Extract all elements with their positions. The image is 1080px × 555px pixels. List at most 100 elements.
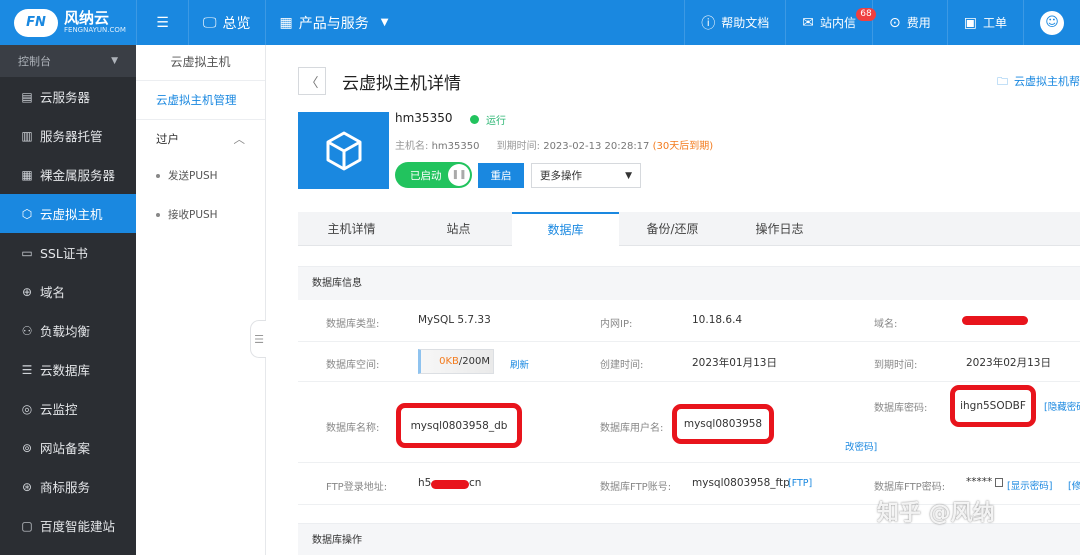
ftp-link[interactable]: [FTP] (788, 478, 812, 489)
subnav-item-receive-push[interactable]: 接收PUSH (136, 196, 265, 235)
db-password-value: ihgn5SODBF (950, 385, 1036, 427)
power-toggle[interactable]: 已启动 ❚❚ (395, 162, 472, 188)
db-space-label: 数据库空间: (326, 360, 380, 371)
sidebar-item-label: 裸金属服务器 (40, 168, 116, 183)
expire-note: (30天后到期) (652, 141, 714, 152)
created-label: 创建时间: (600, 360, 644, 371)
sidebar-item-label: 云数据库 (40, 363, 91, 378)
sidebar-item-virtual-host[interactable]: ⬡ 云虚拟主机 (0, 194, 136, 233)
back-button[interactable]: 〈 (298, 67, 326, 95)
sidebar-item-site-builder[interactable]: ▢ 百度智能建站 (0, 506, 136, 545)
db-user-value: mysql0803958 (672, 404, 774, 444)
menu-icon: ☰ (254, 332, 264, 346)
sidebar-item-label: 百度智能建站 (40, 519, 116, 534)
more-operations-label: 更多操作 (540, 170, 582, 182)
sidebar-item-trademark[interactable]: ⊛ 商标服务 (0, 467, 136, 506)
sidebar-item-label: 云虚拟主机 (40, 207, 103, 222)
db-expire-label: 到期时间: (874, 360, 918, 371)
help-docs-link[interactable]: ⓘ 帮助文档 (684, 0, 785, 45)
sidebar-item-bare-metal[interactable]: ▦ 裸金属服务器 (0, 155, 136, 194)
sidebar: 控制台 ▼ ▤ 云服务器 ▥ 服务器托管 ▦ 裸金属服务器 ⬡ 云虚拟主机 ▭ SSL证书… (0, 45, 136, 555)
tab-sites[interactable]: 站点 (405, 212, 512, 245)
pause-icon: ❚❚ (448, 164, 470, 186)
sidebar-item-icp-record[interactable]: ⊚ 网站备案 (0, 428, 136, 467)
hosting-icon: ▥ (21, 128, 33, 143)
menu-icon: ☰ (156, 14, 169, 31)
host-name: hm35350 (395, 111, 453, 125)
billing-link[interactable]: ⊙ 费用 (872, 0, 947, 45)
database-icon: ☰ (21, 362, 33, 377)
sidebar-item-domain[interactable]: ⊕ 域名 (0, 272, 136, 311)
caret-down-icon: ▼ (380, 17, 389, 28)
overview-button[interactable]: 🖵 总览 (188, 0, 265, 45)
sidebar-item-label: 商标服务 (40, 480, 91, 495)
certificate-icon: ▭ (21, 245, 33, 260)
subnav-group-label: 过户 (156, 132, 179, 146)
intranet-ip-value: 10.18.6.4 (692, 314, 743, 326)
refresh-link[interactable]: 刷新 (510, 357, 529, 371)
ticket-icon: ▣ (963, 14, 977, 31)
sidebar-item-label: 服务器托管 (40, 129, 103, 144)
logo-subtext: FENGNAYUN.COM (64, 25, 126, 34)
help-link[interactable]: 🗀 云虚拟主机帮 (997, 73, 1080, 92)
sidebar-item-cloud-server[interactable]: ▤ 云服务器 (0, 77, 136, 116)
caret-down-icon: ▼ (625, 170, 632, 181)
inbox-count-badge: 68 (856, 8, 876, 21)
console-label: 控制台 (18, 55, 51, 68)
logo[interactable]: FN 风纳云 FENGNAYUN.COM (0, 0, 136, 45)
restart-button[interactable]: 重启 (478, 163, 524, 188)
tab-host-detail[interactable]: 主机详情 (298, 212, 405, 245)
sidebar-item-load-balance[interactable]: ⚇ 负载均衡 (0, 311, 136, 350)
db-user-label: 数据库用户名: (600, 423, 664, 434)
grid-icon: ▦ (279, 14, 293, 31)
hide-password-link[interactable]: [隐藏密码 (1044, 399, 1080, 413)
db-info-section-title: 数据库信息 (298, 266, 1080, 300)
subnav-item-label: 发送PUSH (168, 170, 218, 182)
copy-icon[interactable] (995, 477, 1004, 487)
change-password-link[interactable]: 改密码] (845, 439, 877, 453)
bare-metal-icon: ▦ (21, 167, 33, 182)
db-ops-section-title: 数据库操作 (298, 523, 1080, 555)
ftp-address-label: FTP登录地址: (326, 482, 388, 493)
status-dot-icon (470, 115, 479, 124)
folder-icon: 🗀 (997, 75, 1008, 88)
subnav-item-label: 接收PUSH (168, 209, 218, 221)
more-operations-select[interactable]: 更多操作 ▼ (531, 163, 641, 188)
sidebar-item-cloud-db[interactable]: ☰ 云数据库 (0, 350, 136, 389)
sidebar-item-label: 云监控 (40, 402, 78, 417)
logo-mark: FN (14, 8, 58, 37)
menu-toggle-button[interactable]: ☰ (136, 0, 188, 45)
info-row: 数据库空间: 0KB/200M 刷新 创建时间: 2023年01月13日 到期时… (298, 342, 1080, 382)
caret-down-icon: ▼ (111, 56, 118, 66)
mail-icon: ✉ (802, 14, 814, 31)
tickets-link[interactable]: ▣ 工单 (946, 0, 1023, 45)
tab-operation-log[interactable]: 操作日志 (726, 212, 833, 245)
inbox-link[interactable]: ✉ 站内信 68 (785, 0, 876, 45)
yen-icon: ⊙ (889, 14, 901, 31)
modify-link[interactable]: [修改 (1068, 478, 1080, 492)
ftp-password-value: ***** (966, 476, 1004, 488)
subnav-group-transfer[interactable]: 过户 ︿ (136, 119, 265, 157)
tab-backup-restore[interactable]: 备份/还原 (619, 212, 726, 245)
monitor-icon: ◎ (21, 401, 33, 416)
sidebar-item-ssl[interactable]: ▭ SSL证书 (0, 233, 136, 272)
db-name-value: mysql0803958_db (396, 403, 522, 448)
db-expire-value: 2023年02月13日 (966, 357, 1051, 369)
sidebar-item-cloud-monitor[interactable]: ◎ 云监控 (0, 389, 136, 428)
subnav-item-send-push[interactable]: 发送PUSH (136, 157, 265, 196)
chevron-up-icon: ︿ (233, 132, 246, 146)
ftp-account-value: mysql0803958_ftp (692, 477, 790, 489)
created-value: 2023年01月13日 (692, 357, 777, 369)
user-menu[interactable]: ☺ (1023, 0, 1080, 45)
tab-database[interactable]: 数据库 (512, 212, 619, 247)
sidebar-item-server-hosting[interactable]: ▥ 服务器托管 (0, 116, 136, 155)
products-menu[interactable]: ▦ 产品与服务 ▼ (264, 0, 403, 45)
console-selector[interactable]: 控制台 ▼ (0, 45, 136, 77)
db-space-usage-bar: 0KB/200M (418, 349, 494, 374)
hostname-label: 主机名: (395, 141, 429, 152)
show-password-link[interactable]: [显示密码] (1007, 478, 1052, 492)
server-icon: ▤ (21, 89, 33, 104)
sidebar-item-label: 负载均衡 (40, 324, 91, 339)
watermark: 知乎 @风纳 (877, 501, 995, 526)
subnav-item-manage[interactable]: 云虚拟主机管理 (136, 81, 265, 119)
